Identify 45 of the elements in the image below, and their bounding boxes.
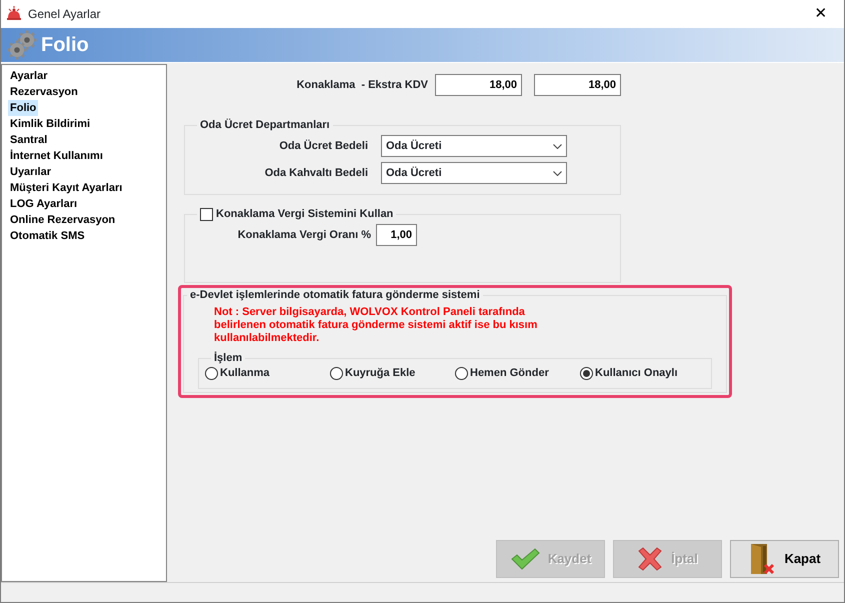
sidebar-item[interactable]: LOG Ayarları bbox=[8, 196, 80, 212]
close-button[interactable]: Kapat bbox=[730, 540, 839, 578]
radio-button[interactable] bbox=[330, 366, 343, 380]
field-label: Oda Kahvaltı Bedeli bbox=[264, 166, 368, 181]
radio-label[interactable]: Kuyruğa Ekle bbox=[345, 365, 416, 382]
sidebar-item[interactable]: Otomatik SMS bbox=[8, 228, 87, 244]
sidebar-item[interactable]: Rezervasyon bbox=[8, 84, 80, 100]
sidebar-item[interactable]: Online Rezervasyon bbox=[8, 212, 118, 228]
group-title: Oda Ücret Departmanları bbox=[199, 118, 331, 132]
field-label: Konaklama - Ekstra KDV bbox=[296, 78, 428, 93]
caret-icon bbox=[553, 144, 562, 148]
sidebar-item[interactable]: Müşteri Kayıt Ayarları bbox=[8, 180, 124, 196]
sidebar-item[interactable]: Ayarlar bbox=[8, 68, 50, 84]
cross-icon bbox=[637, 547, 664, 571]
sidebar-item[interactable]: Folio bbox=[8, 100, 38, 116]
window-title: Genel Ayarlar bbox=[28, 6, 100, 23]
radio-label[interactable]: Kullanma bbox=[220, 365, 270, 382]
gears-icon bbox=[7, 30, 37, 60]
input-field[interactable]: 18,00 bbox=[435, 74, 522, 96]
sidebar-item[interactable]: İnternet Kullanımı bbox=[8, 148, 105, 164]
dropdown[interactable]: Oda Ücreti bbox=[381, 162, 567, 184]
close-button[interactable]: ✕ bbox=[798, 0, 844, 28]
field-label: Konaklama Vergi Oranı % bbox=[236, 228, 371, 243]
radio-label[interactable]: Hemen Gönder bbox=[470, 365, 549, 382]
sidebar-item[interactable]: Uyarılar bbox=[8, 164, 53, 180]
radio-button[interactable] bbox=[580, 366, 593, 380]
radio-label[interactable]: Kullanıcı Onaylı bbox=[595, 365, 678, 382]
page-title: Folio bbox=[41, 33, 89, 58]
check-icon bbox=[510, 548, 540, 570]
checkbox-label[interactable]: Konaklama Vergi Sistemini Kullan bbox=[216, 207, 394, 221]
checkbox[interactable] bbox=[200, 208, 213, 220]
sidebar-item[interactable]: Kimlik Bildirimi bbox=[8, 116, 92, 132]
group-title: e-Devlet işlemlerinde otomatik fatura gönderme sistemi bbox=[189, 288, 481, 302]
input-field[interactable]: 1,00 bbox=[376, 224, 417, 246]
door-icon bbox=[748, 543, 776, 575]
sidebar-item[interactable]: Santral bbox=[8, 132, 50, 148]
radio-button[interactable] bbox=[205, 366, 218, 380]
group-title: İşlem bbox=[213, 351, 244, 365]
caret-icon bbox=[553, 170, 562, 176]
input-field[interactable]: 18,00 bbox=[534, 74, 621, 96]
radio-button[interactable] bbox=[455, 366, 468, 380]
app-icon bbox=[6, 6, 22, 22]
warning-note: Not : Server bilgisayarda, WOLVOX Kontrol Paneli tarafında belirlenen otomatik fatura gönderme sistemi aktif ise bu kısım kullanılabilmektedir. bbox=[214, 306, 538, 345]
field-label: Oda Ücret Bedeli bbox=[278, 138, 368, 154]
dropdown[interactable]: Oda Ücreti bbox=[381, 135, 567, 157]
